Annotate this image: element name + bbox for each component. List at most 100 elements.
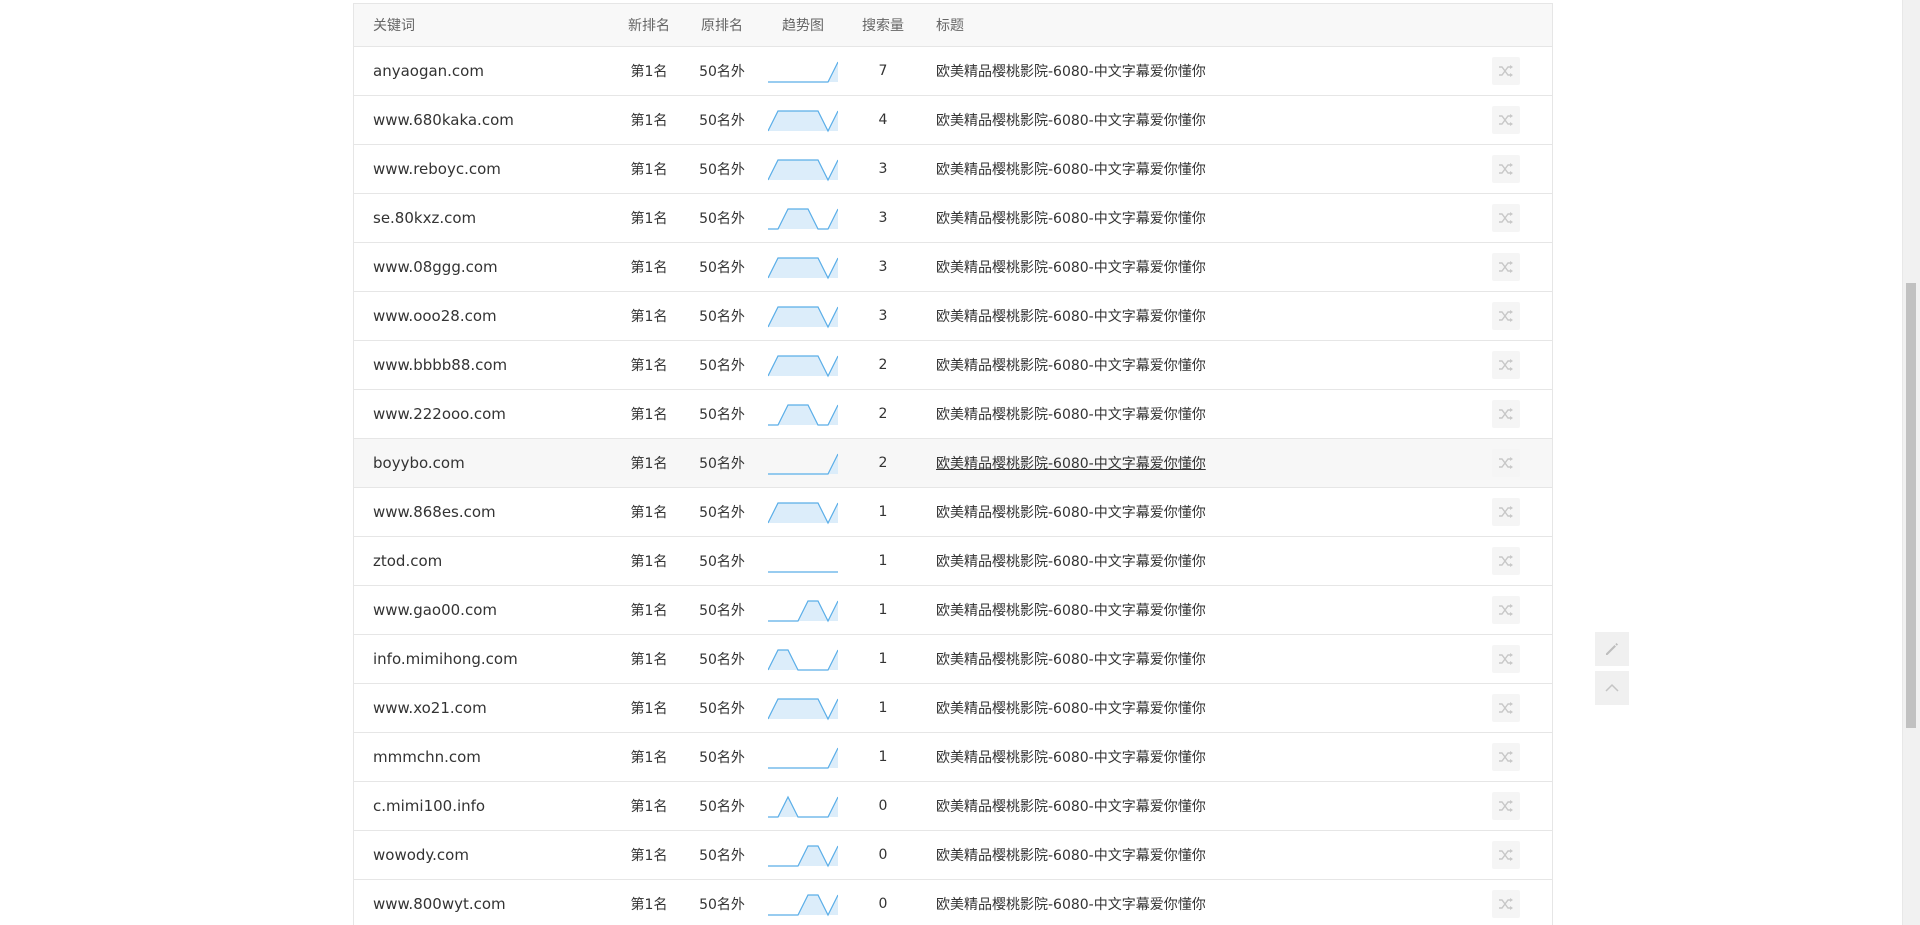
page-scrollbar[interactable]: [1902, 0, 1920, 925]
header-old-rank: 原排名: [701, 18, 743, 34]
title-link[interactable]: 欧美精品樱桃影院-6080-中文字幕爱你懂你: [936, 652, 1206, 668]
title-cell: 欧美精品樱桃影院-6080-中文字幕爱你懂你: [918, 404, 1492, 424]
shuffle-button[interactable]: [1492, 204, 1520, 232]
trend-cell: [758, 254, 848, 280]
new-rank-cell: 第1名: [630, 260, 668, 276]
old-rank-cell: 50名外: [699, 309, 745, 325]
title-link[interactable]: 欧美精品樱桃影院-6080-中文字幕爱你懂你: [936, 456, 1206, 472]
title-link[interactable]: 欧美精品樱桃影院-6080-中文字幕爱你懂你: [936, 162, 1206, 178]
title-cell: 欧美精品樱桃影院-6080-中文字幕爱你懂你: [918, 845, 1492, 865]
title-link[interactable]: 欧美精品樱桃影院-6080-中文字幕爱你懂你: [936, 309, 1206, 325]
action-cell: [1492, 204, 1552, 232]
sparkline-area: [768, 209, 838, 229]
shuffle-button[interactable]: [1492, 890, 1520, 918]
action-cell: [1492, 743, 1552, 771]
new-rank-cell: 第1名: [630, 407, 668, 423]
back-to-top-button[interactable]: [1595, 671, 1629, 705]
shuffle-button[interactable]: [1492, 694, 1520, 722]
scrollbar-thumb[interactable]: [1906, 283, 1916, 728]
title-link[interactable]: 欧美精品樱桃影院-6080-中文字幕爱你懂你: [936, 701, 1206, 717]
header-title: 标题: [936, 18, 964, 34]
shuffle-button[interactable]: [1492, 841, 1520, 869]
volume-cell: 7: [878, 63, 888, 79]
table-row: www.868es.com 第1名 50名外 1 欧美精品樱桃影院-6080-中文字幕爱…: [354, 488, 1552, 537]
trend-cell: [758, 793, 848, 819]
new-rank-cell: 第1名: [630, 309, 668, 325]
shuffle-icon: [1499, 114, 1513, 126]
edit-button[interactable]: [1595, 632, 1629, 666]
shuffle-button[interactable]: [1492, 106, 1520, 134]
title-cell: 欧美精品樱桃影院-6080-中文字幕爱你懂你: [918, 600, 1492, 620]
volume-cell: 1: [878, 749, 888, 765]
title-link[interactable]: 欧美精品樱桃影院-6080-中文字幕爱你懂你: [936, 407, 1206, 423]
volume-cell: 1: [878, 602, 888, 618]
volume-cell: 1: [878, 504, 888, 520]
trend-sparkline: [768, 571, 838, 573]
title-link[interactable]: 欧美精品樱桃影院-6080-中文字幕爱你懂你: [936, 113, 1206, 129]
trend-sparkline: [768, 649, 838, 671]
trend-sparkline: [768, 502, 838, 525]
shuffle-button[interactable]: [1492, 792, 1520, 820]
action-cell: [1492, 449, 1552, 477]
keyword-cell: info.mimihong.com: [373, 650, 518, 668]
title-link[interactable]: 欧美精品樱桃影院-6080-中文字幕爱你懂你: [936, 750, 1206, 766]
old-rank-cell: 50名外: [699, 407, 745, 423]
new-rank-cell: 第1名: [630, 897, 668, 913]
trend-cell: [758, 107, 848, 133]
shuffle-button[interactable]: [1492, 57, 1520, 85]
old-rank-cell: 50名外: [699, 701, 745, 717]
keyword-cell: www.800wyt.com: [373, 895, 506, 913]
keyword-cell: www.ooo28.com: [373, 307, 497, 325]
title-link[interactable]: 欧美精品樱桃影院-6080-中文字幕爱你懂你: [936, 554, 1206, 570]
shuffle-button[interactable]: [1492, 596, 1520, 624]
action-cell: [1492, 841, 1552, 869]
title-link[interactable]: 欧美精品樱桃影院-6080-中文字幕爱你懂你: [936, 799, 1206, 815]
shuffle-button[interactable]: [1492, 498, 1520, 526]
shuffle-button[interactable]: [1492, 547, 1520, 575]
old-rank-cell: 50名外: [699, 162, 745, 178]
title-link[interactable]: 欧美精品樱桃影院-6080-中文字幕爱你懂你: [936, 603, 1206, 619]
shuffle-icon: [1499, 751, 1513, 763]
shuffle-button[interactable]: [1492, 302, 1520, 330]
title-link[interactable]: 欧美精品樱桃影院-6080-中文字幕爱你懂你: [936, 211, 1206, 227]
keyword-cell: www.08ggg.com: [373, 258, 498, 276]
pencil-icon: [1606, 643, 1618, 655]
shuffle-button[interactable]: [1492, 400, 1520, 428]
shuffle-button[interactable]: [1492, 449, 1520, 477]
trend-cell: [758, 205, 848, 231]
header-trend: 趋势图: [782, 18, 824, 34]
table-row: www.xo21.com 第1名 50名外 1 欧美精品樱桃影院-6080-中文字幕爱你…: [354, 684, 1552, 733]
shuffle-icon: [1499, 261, 1513, 273]
table-row: mmmchn.com 第1名 50名外 1 欧美精品樱桃影院-6080-中文字幕爱你懂你: [354, 733, 1552, 782]
action-cell: [1492, 400, 1552, 428]
title-link[interactable]: 欧美精品樱桃影院-6080-中文字幕爱你懂你: [936, 260, 1206, 276]
title-cell: 欧美精品樱桃影院-6080-中文字幕爱你懂你: [918, 306, 1492, 326]
shuffle-button[interactable]: [1492, 253, 1520, 281]
title-link[interactable]: 欧美精品樱桃影院-6080-中文字幕爱你懂你: [936, 358, 1206, 374]
new-rank-cell: 第1名: [630, 358, 668, 374]
old-rank-cell: 50名外: [699, 260, 745, 276]
old-rank-cell: 50名外: [699, 897, 745, 913]
shuffle-button[interactable]: [1492, 743, 1520, 771]
volume-cell: 3: [878, 259, 888, 275]
title-link[interactable]: 欧美精品樱桃影院-6080-中文字幕爱你懂你: [936, 848, 1206, 864]
old-rank-cell: 50名外: [699, 554, 745, 570]
title-link[interactable]: 欧美精品樱桃影院-6080-中文字幕爱你懂你: [936, 64, 1206, 80]
shuffle-button[interactable]: [1492, 351, 1520, 379]
title-link[interactable]: 欧美精品樱桃影院-6080-中文字幕爱你懂你: [936, 897, 1206, 913]
trend-sparkline: [768, 845, 838, 868]
title-link[interactable]: 欧美精品樱桃影院-6080-中文字幕爱你懂你: [936, 505, 1206, 521]
trend-sparkline: [768, 795, 838, 818]
shuffle-icon: [1499, 359, 1513, 371]
action-cell: [1492, 351, 1552, 379]
trend-cell: [758, 646, 848, 672]
new-rank-cell: 第1名: [630, 211, 668, 227]
volume-cell: 3: [878, 210, 888, 226]
trend-sparkline: [768, 257, 838, 280]
shuffle-button[interactable]: [1492, 645, 1520, 673]
title-cell: 欧美精品樱桃影院-6080-中文字幕爱你懂你: [918, 208, 1492, 228]
table-row: ztod.com 第1名 50名外 1 欧美精品樱桃影院-6080-中文字幕爱你懂你: [354, 537, 1552, 586]
volume-cell: 1: [878, 651, 888, 667]
new-rank-cell: 第1名: [630, 113, 668, 129]
shuffle-button[interactable]: [1492, 155, 1520, 183]
